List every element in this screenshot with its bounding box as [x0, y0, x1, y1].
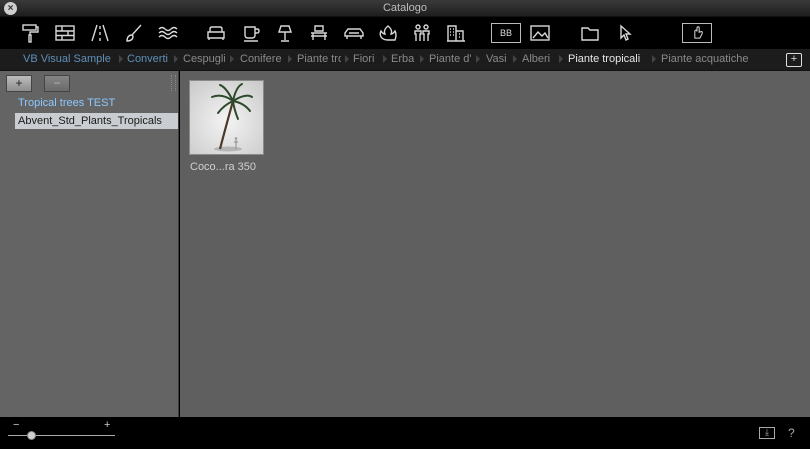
tree-item-abvent-std-plants-tropicals[interactable]: Abvent_Std_Plants_Tropicals: [15, 113, 178, 129]
pointer-icon[interactable]: [612, 20, 638, 46]
title-bar: × Catalogo: [0, 0, 810, 17]
breadcrumb-separator: [174, 55, 178, 63]
brush-icon[interactable]: [121, 20, 147, 46]
add-library-button[interactable]: +: [6, 75, 32, 92]
category-toolbar: BB: [0, 17, 810, 49]
cup-icon[interactable]: [238, 20, 264, 46]
breadcrumb-item-piante-tropicali-active[interactable]: Piante tropicali: [568, 53, 652, 65]
breadcrumb-separator: [383, 55, 387, 63]
building-icon[interactable]: [443, 20, 469, 46]
road-icon[interactable]: [87, 20, 113, 46]
breadcrumb-separator: [345, 55, 349, 63]
tree-item-tropical-trees-test[interactable]: Tropical trees TEST: [15, 95, 118, 111]
sofa-icon[interactable]: [203, 20, 229, 46]
thumbnail-coconut-palm[interactable]: [189, 80, 264, 155]
breadcrumb: VB Visual Sample Converti Cespugli Conif…: [0, 49, 810, 71]
breadcrumb-item-piante-acquatiche[interactable]: Piante acquatiche: [661, 53, 761, 65]
breadcrumb-item-vasi[interactable]: Vasi: [486, 53, 512, 65]
breadcrumb-item-conifere[interactable]: Conifere: [240, 53, 284, 65]
breadcrumb-separator: [652, 55, 656, 63]
import-icon[interactable]: ⤓: [759, 427, 775, 439]
billboard-icon[interactable]: BB: [491, 23, 521, 43]
breadcrumb-separator: [288, 55, 292, 63]
breadcrumb-item-converti[interactable]: Converti: [127, 53, 171, 65]
folder-icon[interactable]: [577, 20, 603, 46]
breadcrumb-separator: [476, 55, 480, 63]
sidebar: + − Tropical trees TEST Abvent_Std_Plant…: [0, 71, 179, 417]
zoom-out-icon[interactable]: −: [13, 419, 19, 431]
breadcrumb-item-piante-appartamento[interactable]: Piante d'appartamento: [429, 53, 471, 65]
zoom-slider-knob[interactable]: [27, 431, 37, 440]
breadcrumb-separator: [513, 55, 517, 63]
status-bar: − + ⤓ ?: [0, 417, 810, 449]
content-area: Coco...ra 350: [180, 71, 810, 417]
billboard-label: BB: [499, 28, 512, 38]
car-icon[interactable]: [341, 20, 367, 46]
breadcrumb-item-piante-tropicali-1[interactable]: Piante tropicali: [297, 53, 341, 65]
thumbnail-label: Coco...ra 350: [190, 161, 257, 173]
window-title: Catalogo: [382, 2, 428, 14]
breadcrumb-item-cespugli[interactable]: Cespugli: [183, 53, 225, 65]
add-folder-button[interactable]: +: [786, 53, 802, 67]
palm-tree-image: [211, 83, 253, 152]
sidebar-buttons: + −: [6, 75, 82, 93]
image-icon[interactable]: [527, 20, 553, 46]
hand-icon[interactable]: [682, 23, 712, 43]
remove-library-button[interactable]: −: [44, 75, 70, 92]
water-icon[interactable]: [155, 20, 181, 46]
breadcrumb-item-alberi[interactable]: Alberi: [522, 53, 558, 65]
breadcrumb-item-fiori[interactable]: Fiori: [353, 53, 381, 65]
breadcrumb-item-erba[interactable]: Erba: [391, 53, 417, 65]
resize-grip[interactable]: [171, 75, 176, 91]
people-icon[interactable]: [409, 20, 435, 46]
brick-wall-icon[interactable]: [52, 20, 78, 46]
breadcrumb-separator: [420, 55, 424, 63]
lamp-icon[interactable]: [272, 20, 298, 46]
plant-icon[interactable]: [375, 20, 401, 46]
breadcrumb-separator: [559, 55, 563, 63]
breadcrumb-separator: [230, 55, 234, 63]
breadcrumb-item-vb-visual-sample[interactable]: VB Visual Sample: [23, 53, 115, 65]
table-icon[interactable]: [306, 20, 332, 46]
zoom-slider-track[interactable]: [8, 435, 115, 436]
paint-roller-icon[interactable]: [17, 20, 43, 46]
breadcrumb-separator: [119, 55, 123, 63]
zoom-in-icon[interactable]: +: [104, 419, 110, 431]
help-icon[interactable]: ?: [788, 426, 795, 440]
